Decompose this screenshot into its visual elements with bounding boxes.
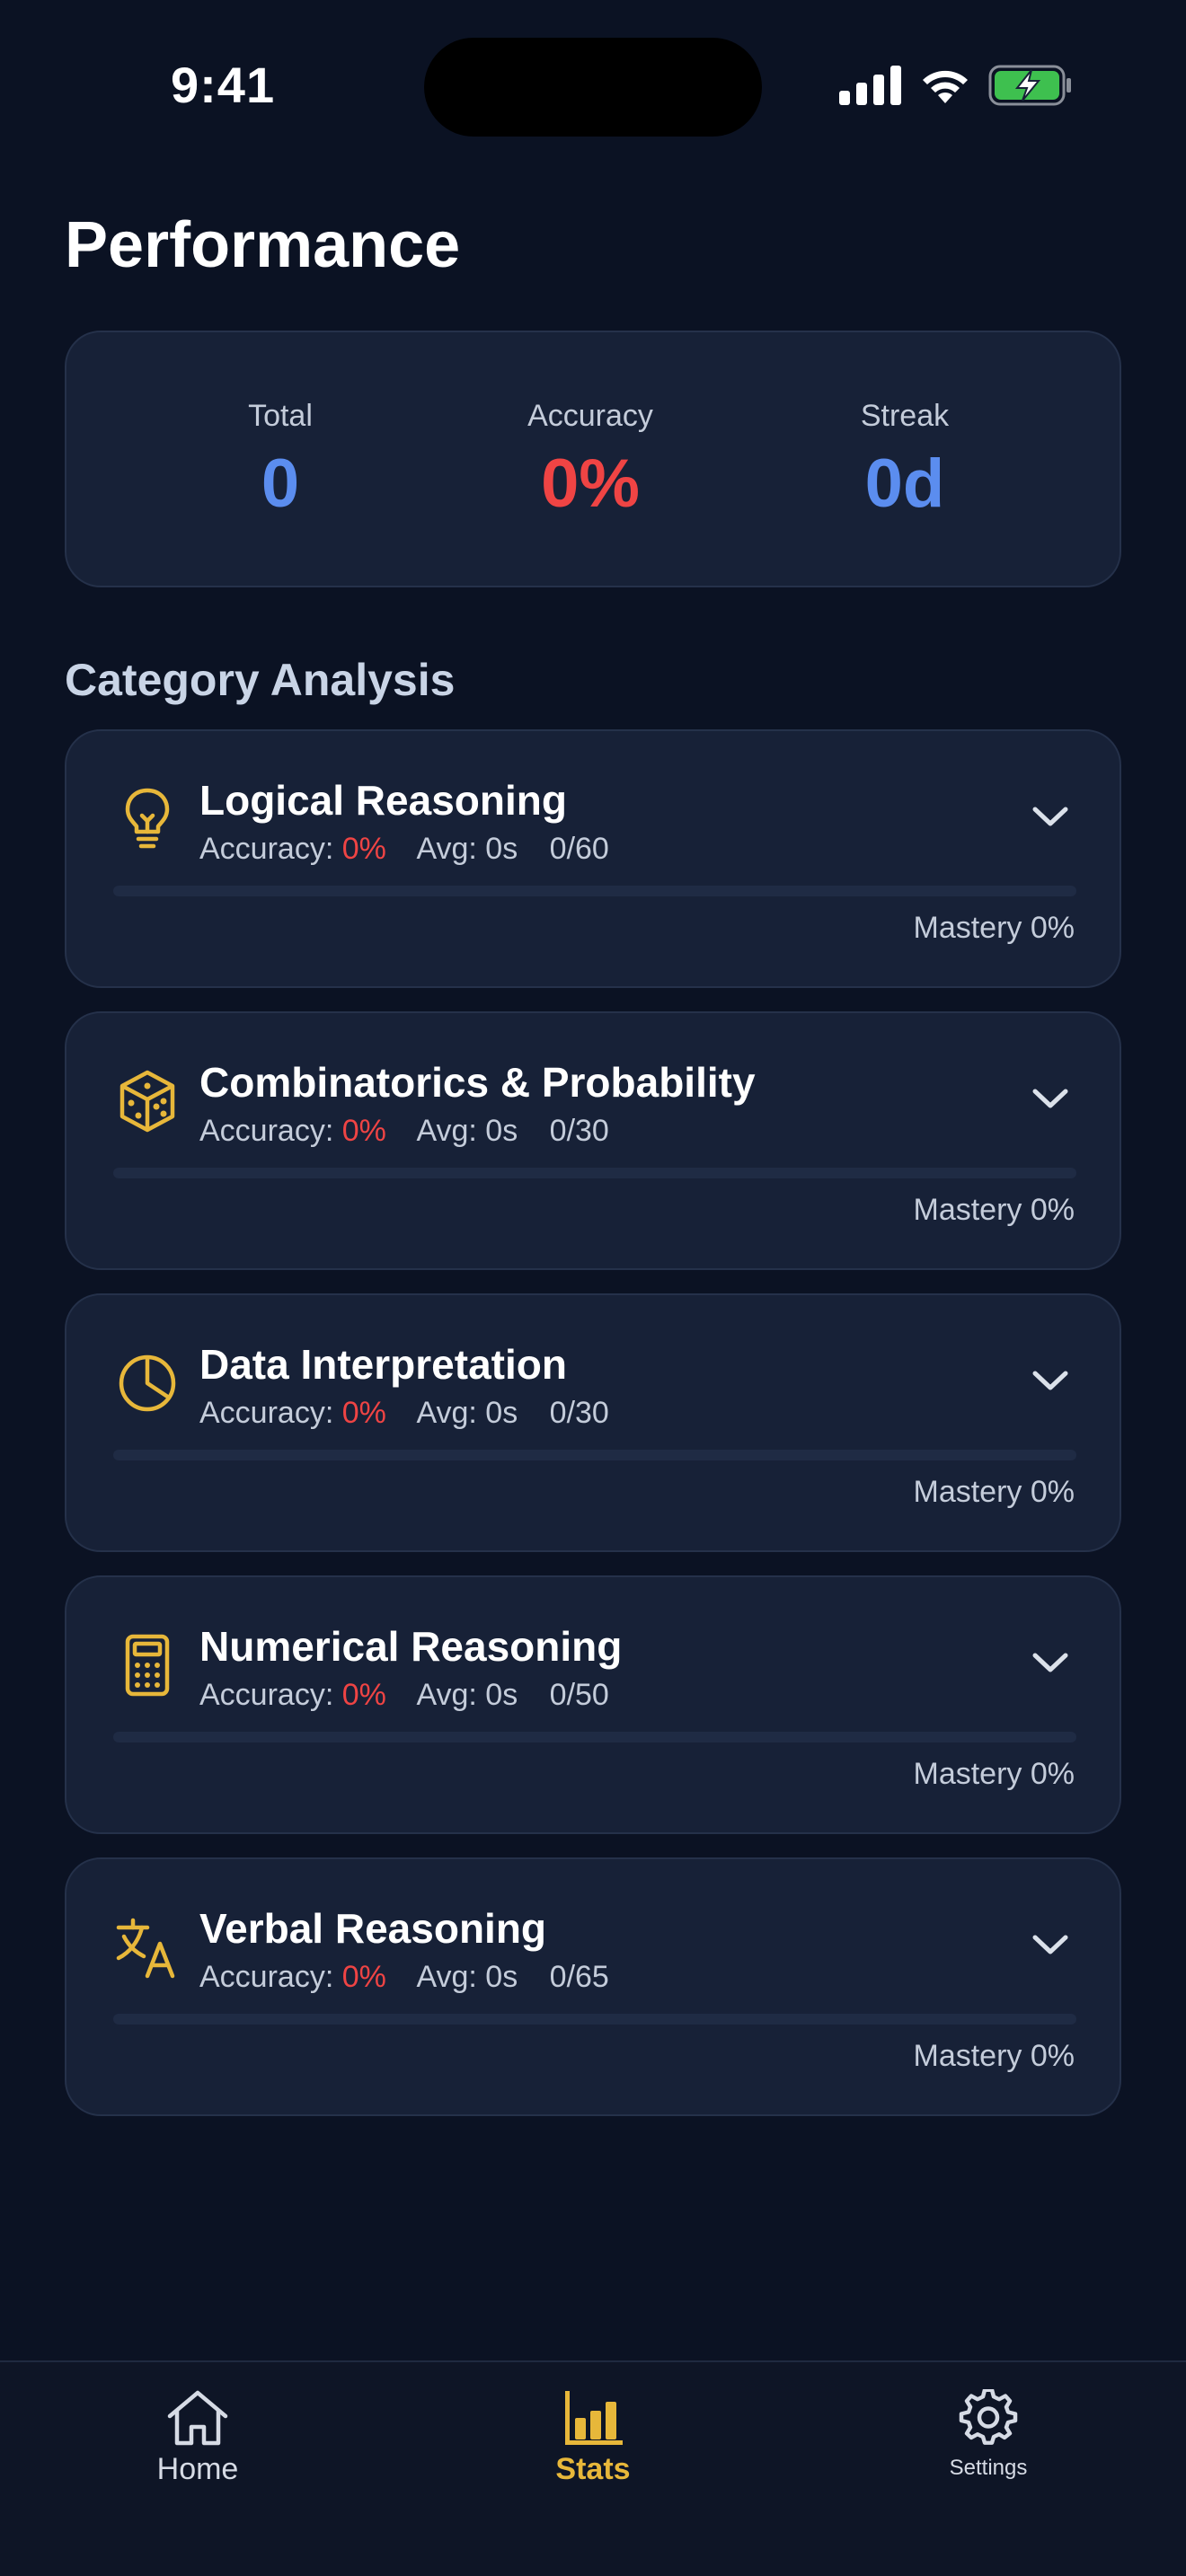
category-stats: Accuracy: 0% Avg: 0s 0/60 xyxy=(199,832,609,867)
avg-time: Avg: 0s xyxy=(416,1114,518,1148)
dynamic-island xyxy=(424,38,762,137)
question-progress: 0/65 xyxy=(549,1960,609,1994)
battery-charging-icon xyxy=(988,65,1071,106)
tab-settings[interactable]: Settings xyxy=(872,2389,1105,2481)
stat-total-label: Total xyxy=(248,399,313,433)
mastery-label: Mastery 0% xyxy=(913,1757,1075,1791)
accuracy-value: 0% xyxy=(341,1396,386,1430)
signal-icon xyxy=(839,66,901,105)
category-card-logical-reasoning[interactable]: Logical Reasoning Accuracy: 0% Avg: 0s 0… xyxy=(65,729,1121,988)
category-name: Combinatorics & Probability xyxy=(199,1059,756,1106)
lightbulb-icon xyxy=(125,788,170,849)
accuracy-value: 0% xyxy=(341,1960,386,1994)
stat-total: Total 0 xyxy=(119,399,442,523)
tab-stats-label: Stats xyxy=(555,2452,631,2486)
tab-bar: Home Stats Settings xyxy=(0,2360,1186,2576)
mastery-progress-bar xyxy=(113,1168,1076,1178)
stat-accuracy-label: Accuracy xyxy=(527,399,653,433)
tab-home-label: Home xyxy=(156,2452,239,2486)
stat-streak-value: 0d xyxy=(864,446,945,522)
avg-time: Avg: 0s xyxy=(416,1960,518,1994)
status-bar: 9:41 xyxy=(0,0,1186,137)
question-progress: 0/30 xyxy=(549,1396,609,1430)
category-card-combinatorics-probability[interactable]: Combinatorics & Probability Accuracy: 0%… xyxy=(65,1011,1121,1270)
avg-time: Avg: 0s xyxy=(416,1396,518,1430)
accuracy-label: Accuracy: xyxy=(199,832,334,866)
category-stats: Accuracy: 0% Avg: 0s 0/50 xyxy=(199,1678,609,1713)
mastery-label: Mastery 0% xyxy=(913,1193,1075,1227)
accuracy-label: Accuracy: xyxy=(199,1960,334,1994)
tab-home[interactable]: Home xyxy=(81,2389,314,2487)
category-name: Data Interpretation xyxy=(199,1341,567,1388)
mastery-progress-bar xyxy=(113,1450,1076,1460)
category-name: Verbal Reasoning xyxy=(199,1905,547,1952)
mastery-progress-bar xyxy=(113,886,1076,896)
page-title: Performance xyxy=(65,209,461,281)
chevron-down-icon[interactable] xyxy=(1028,1929,1073,1960)
question-progress: 0/50 xyxy=(549,1678,609,1712)
accuracy-value: 0% xyxy=(341,1114,386,1148)
category-card-verbal-reasoning[interactable]: Verbal Reasoning Accuracy: 0% Avg: 0s 0/… xyxy=(65,1857,1121,2116)
chevron-down-icon[interactable] xyxy=(1028,1647,1073,1678)
translate-icon xyxy=(116,1918,175,1979)
status-time: 9:41 xyxy=(171,57,276,113)
avg-time: Avg: 0s xyxy=(416,832,518,866)
stat-streak-label: Streak xyxy=(860,399,950,433)
mastery-label: Mastery 0% xyxy=(913,911,1075,945)
dice-icon xyxy=(119,1070,175,1133)
bar-chart-icon xyxy=(565,2391,623,2445)
question-progress: 0/60 xyxy=(549,832,609,866)
category-card-numerical-reasoning[interactable]: Numerical Reasoning Accuracy: 0% Avg: 0s… xyxy=(65,1575,1121,1834)
chevron-down-icon[interactable] xyxy=(1028,1083,1073,1114)
stat-accuracy-value: 0% xyxy=(541,446,640,522)
category-stats: Accuracy: 0% Avg: 0s 0/30 xyxy=(199,1396,609,1431)
category-card-data-interpretation[interactable]: Data Interpretation Accuracy: 0% Avg: 0s… xyxy=(65,1293,1121,1552)
category-name: Numerical Reasoning xyxy=(199,1623,623,1670)
stat-total-value: 0 xyxy=(261,446,300,522)
chevron-down-icon[interactable] xyxy=(1028,1365,1073,1396)
avg-time: Avg: 0s xyxy=(416,1678,518,1712)
chevron-down-icon[interactable] xyxy=(1028,801,1073,832)
mastery-label: Mastery 0% xyxy=(913,2039,1075,2073)
mastery-progress-bar xyxy=(113,1732,1076,1742)
stat-streak: Streak 0d xyxy=(743,399,1067,523)
question-progress: 0/30 xyxy=(549,1114,609,1148)
wifi-icon xyxy=(923,70,968,103)
category-name: Logical Reasoning xyxy=(199,777,567,824)
calculator-icon xyxy=(125,1634,170,1697)
accuracy-value: 0% xyxy=(341,1678,386,1712)
stat-accuracy: Accuracy 0% xyxy=(429,399,752,523)
section-title: Category Analysis xyxy=(65,655,456,705)
accuracy-label: Accuracy: xyxy=(199,1678,334,1712)
accuracy-label: Accuracy: xyxy=(199,1114,334,1148)
category-stats: Accuracy: 0% Avg: 0s 0/65 xyxy=(199,1960,609,1995)
status-icons xyxy=(839,63,1073,108)
gear-icon xyxy=(959,2389,1018,2445)
accuracy-value: 0% xyxy=(341,832,386,866)
summary-card: Total 0 Accuracy 0% Streak 0d xyxy=(65,331,1121,587)
tab-stats[interactable]: Stats xyxy=(476,2389,710,2487)
accuracy-label: Accuracy: xyxy=(199,1396,334,1430)
mastery-label: Mastery 0% xyxy=(913,1475,1075,1509)
mastery-progress-bar xyxy=(113,2014,1076,2025)
pie-chart-icon xyxy=(119,1354,176,1412)
tab-settings-label: Settings xyxy=(949,2456,1028,2480)
home-icon xyxy=(167,2390,228,2446)
category-stats: Accuracy: 0% Avg: 0s 0/30 xyxy=(199,1114,609,1149)
